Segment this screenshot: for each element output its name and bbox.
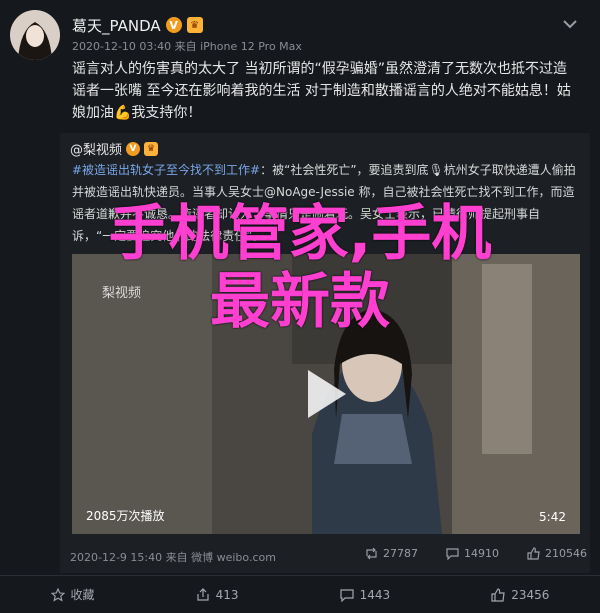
vip-icon: ♛ bbox=[144, 141, 159, 156]
overlay-line-1: 手机管家,手机 bbox=[108, 199, 492, 269]
play-icon[interactable] bbox=[300, 366, 350, 422]
post-content: 谣言对人的伤害真的太大了 当初所谓的“假孕骗婚”虽然澄清了无数次也抵不过造谣者一… bbox=[72, 61, 571, 121]
post-meta: 2020-12-10 03:40 来自 iPhone 12 Pro Max bbox=[72, 40, 302, 53]
favorite-label: 收藏 bbox=[70, 588, 95, 602]
post-footer: 收藏 413 1443 23456 bbox=[0, 575, 600, 613]
overlay-caption: 手机管家,手机 最新款 bbox=[0, 200, 600, 336]
hashtag-link[interactable]: #被造谣出轨女子至今找不到工作# bbox=[72, 163, 260, 177]
share-count: 413 bbox=[215, 587, 239, 602]
quoted-comment-button[interactable]: 14910 bbox=[446, 547, 499, 560]
thumbs-up-icon bbox=[527, 547, 540, 560]
quoted-repost-button[interactable]: 27787 bbox=[365, 547, 418, 560]
quoted-meta: 2020-12-9 15:40 来自 微博 weibo.com bbox=[70, 551, 276, 564]
vip-icon: ♛ bbox=[186, 17, 203, 33]
comment-icon bbox=[340, 588, 354, 602]
quoted-actions: 27787 14910 210546 bbox=[365, 547, 587, 560]
author-name[interactable]: 葛天_PANDA bbox=[72, 15, 161, 36]
thumbs-up-icon bbox=[491, 587, 505, 602]
post-header: 葛天_PANDA V ♛ 2020-12-10 03:40 来自 iPhone … bbox=[10, 10, 590, 60]
share-button[interactable]: 413 bbox=[196, 588, 239, 602]
avatar[interactable] bbox=[10, 10, 60, 60]
like-button[interactable]: 23456 bbox=[491, 588, 549, 602]
star-icon bbox=[50, 587, 65, 602]
verified-icon: V bbox=[126, 141, 141, 156]
repost-icon bbox=[366, 547, 377, 560]
like-count: 23456 bbox=[511, 587, 550, 602]
overlay-line-2: 最新款 bbox=[210, 267, 390, 337]
video-duration: 5:42 bbox=[539, 510, 566, 524]
play-count: 2085万次播放 bbox=[86, 509, 165, 523]
quoted-comment-count: 14910 bbox=[464, 547, 499, 560]
weibo-post: 葛天_PANDA V ♛ 2020-12-10 03:40 来自 iPhone … bbox=[0, 0, 600, 612]
quoted-repost-count: 27787 bbox=[383, 547, 418, 560]
chevron-down-icon[interactable] bbox=[562, 18, 578, 30]
quoted-like-button[interactable]: 210546 bbox=[527, 547, 587, 560]
verified-icon: V bbox=[165, 17, 182, 33]
comment-icon bbox=[446, 548, 459, 560]
comment-count: 1443 bbox=[359, 587, 391, 602]
favorite-button[interactable]: 收藏 bbox=[50, 586, 95, 603]
share-icon bbox=[197, 587, 209, 601]
author-line: 葛天_PANDA V ♛ bbox=[72, 14, 203, 36]
quoted-author-line: @梨视频 V ♛ bbox=[70, 139, 159, 158]
quoted-author[interactable]: @梨视频 bbox=[70, 139, 122, 158]
quoted-like-count: 210546 bbox=[545, 547, 587, 560]
comment-button[interactable]: 1443 bbox=[340, 587, 391, 602]
